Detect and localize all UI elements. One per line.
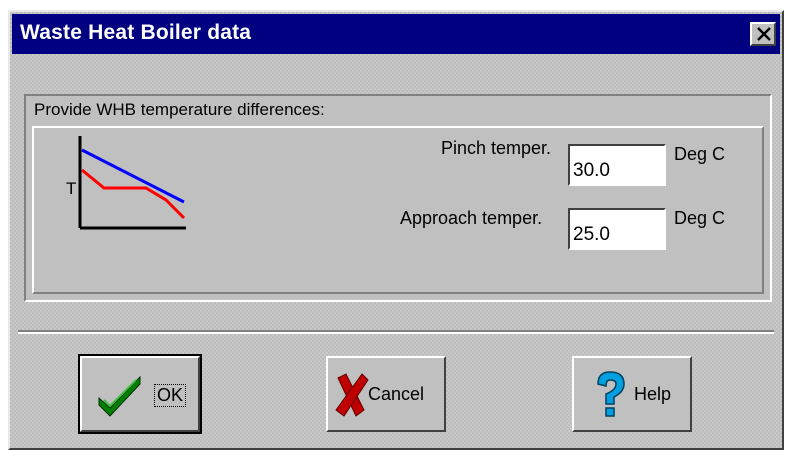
title-bar: Waste Heat Boiler data: [12, 14, 780, 54]
temperature-group: Provide WHB temperature differences: T P…: [24, 94, 772, 302]
close-button[interactable]: [750, 22, 776, 46]
x-cross-icon: [335, 373, 369, 417]
divider: [18, 330, 774, 334]
hot-stream-line: [81, 148, 185, 204]
close-icon: [757, 27, 771, 41]
cancel-label: Cancel: [368, 384, 425, 404]
pinch-label: Pinch temper.: [441, 138, 552, 158]
question-mark-icon: [597, 371, 625, 417]
approach-label: Approach temper.: [400, 208, 543, 228]
pinch-unit: Deg C: [674, 144, 726, 164]
temperature-diagram: T: [66, 136, 186, 230]
help-button[interactable]: Help: [572, 356, 692, 432]
axis-label-t: T: [66, 179, 76, 198]
cancel-button[interactable]: Cancel: [326, 356, 446, 432]
group-title: Provide WHB temperature differences:: [34, 100, 325, 119]
approach-input[interactable]: [568, 208, 666, 250]
pinch-input[interactable]: [568, 144, 666, 186]
window-title: Waste Heat Boiler data: [20, 21, 252, 44]
help-label: Help: [634, 384, 672, 404]
whb-dialog: Waste Heat Boiler data Provide WHB tempe…: [8, 10, 784, 450]
ok-label: OK: [154, 384, 187, 407]
ok-button[interactable]: OK: [78, 354, 202, 434]
approach-unit: Deg C: [674, 208, 726, 228]
checkmark-icon: [98, 375, 141, 417]
